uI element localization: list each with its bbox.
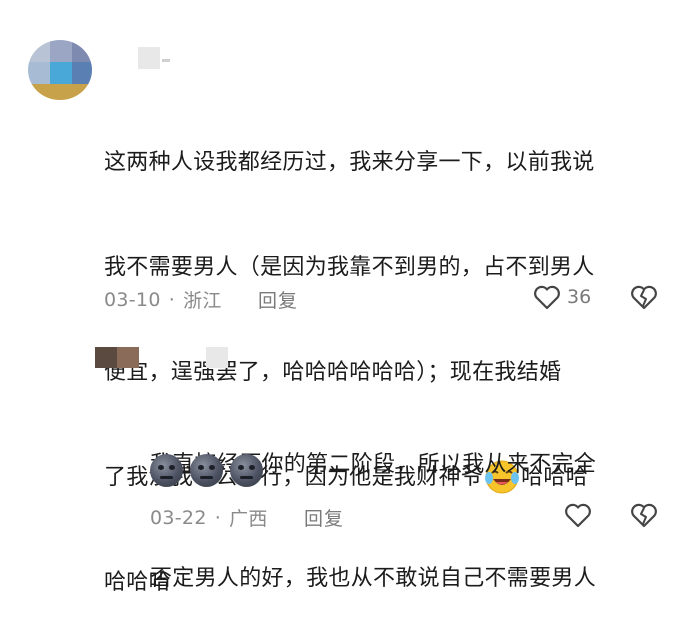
separator-dot: ·: [168, 288, 176, 311]
dislike-button[interactable]: [630, 284, 660, 312]
reply-meta: 03-22 · 广西: [150, 504, 268, 531]
like-button[interactable]: [564, 502, 594, 530]
comment-date: 03-10: [104, 288, 161, 311]
broken-heart-outline-icon: [631, 285, 657, 310]
commenter-avatar[interactable]: [28, 40, 92, 100]
comment-line: 否定男人的好，我也从不敢说自己不需要男人: [150, 566, 597, 591]
comment-line: 我直接经历你的第二阶段，所以我从来不完全: [150, 452, 597, 477]
heart-outline-icon: [565, 503, 591, 528]
comment-meta: 03-10 · 浙江: [104, 286, 222, 313]
comment-location: 浙江: [183, 290, 222, 312]
new-moon-face-emoji-icon: [150, 454, 183, 487]
dislike-button[interactable]: [630, 502, 660, 530]
commenter-name[interactable]: [138, 47, 172, 69]
separator-dot: ·: [214, 506, 222, 529]
reply-avatar[interactable]: [95, 347, 139, 368]
reply-button[interactable]: 回复: [258, 286, 298, 313]
comment-date: 03-22: [150, 506, 207, 529]
reply-button[interactable]: 回复: [304, 504, 344, 531]
comment-location: 广西: [229, 508, 268, 530]
new-moon-face-emoji-icon: [230, 454, 263, 487]
new-moon-face-emoji-icon: [190, 454, 223, 487]
broken-heart-outline-icon: [631, 503, 657, 528]
like-button[interactable]: [533, 284, 563, 312]
comment-line: 这两种人设我都经历过，我来分享一下，以前我说: [104, 150, 595, 175]
comment-line: 我不需要男人（是因为我靠不到男的，占不到男人: [104, 255, 595, 280]
like-count: 36: [567, 286, 592, 308]
heart-outline-icon: [534, 285, 560, 310]
reply-commenter-name[interactable]: [206, 347, 232, 368]
